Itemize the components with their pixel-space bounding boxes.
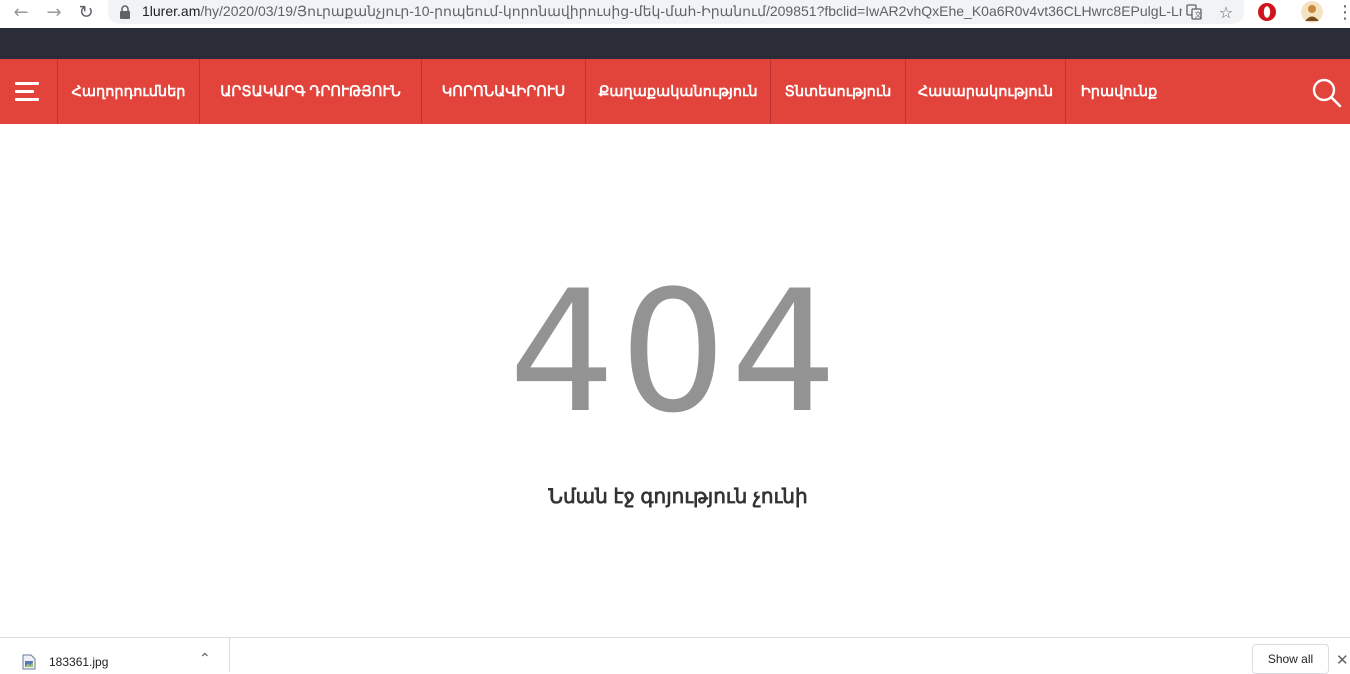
- reload-icon[interactable]: ↻: [75, 0, 97, 24]
- download-item[interactable]: 183361.jpg ⌃: [0, 638, 230, 672]
- show-all-button[interactable]: Show all: [1252, 644, 1329, 674]
- lock-icon: [120, 5, 130, 19]
- site-navigation: Հաղորդումներ ԱՐՏԱԿԱՐԳ ԴՐՈՒԹՅՈՒՆ ԿՈՐՈՆԱՎԻ…: [0, 59, 1350, 124]
- download-file-name: 183361.jpg: [49, 655, 109, 669]
- top-strip: [0, 28, 1350, 59]
- nav-item-law[interactable]: Իրավունք: [1066, 59, 1172, 124]
- url-path: /hy/2020/03/19/Յուրաքանչյուր-10-րոպեում-…: [200, 3, 1182, 19]
- svg-text:文: 文: [1195, 10, 1202, 19]
- opera-icon[interactable]: [1256, 1, 1278, 23]
- error-message: Նման էջ գոյություն չունի: [548, 486, 808, 508]
- chevron-up-icon[interactable]: ⌃: [199, 651, 211, 667]
- nav-item-programs[interactable]: Հաղորդումներ: [58, 59, 200, 124]
- hamburger-menu-icon[interactable]: [0, 59, 58, 124]
- nav-item-economy[interactable]: Տնտեսություն: [771, 59, 906, 124]
- image-file-icon: [22, 654, 36, 670]
- search-icon[interactable]: [1310, 76, 1344, 110]
- nav-item-society[interactable]: Հասարակություն: [906, 59, 1066, 124]
- forward-icon[interactable]: →: [43, 0, 65, 24]
- error-code: 404: [508, 254, 842, 450]
- nav-item-politics[interactable]: Քաղաքականություն: [586, 59, 771, 124]
- back-icon[interactable]: ←: [10, 0, 32, 24]
- nav-item-coronavirus[interactable]: ԿՈՐՈՆԱՎԻՐՈՒՍ: [422, 59, 586, 124]
- browser-toolbar: ← → ↻ 1lurer.am/hy/2020/03/19/Յուրաքանչյ…: [0, 0, 1350, 28]
- address-bar[interactable]: 1lurer.am/hy/2020/03/19/Յուրաքանչյուր-10…: [108, 0, 1244, 24]
- download-shelf: 183361.jpg ⌃ Show all ✕: [0, 637, 1350, 674]
- close-icon[interactable]: ✕: [1336, 651, 1349, 669]
- kebab-menu-icon[interactable]: ⋮: [1334, 0, 1350, 24]
- avatar[interactable]: [1301, 1, 1323, 23]
- url-text: 1lurer.am/hy/2020/03/19/Յուրաքանչյուր-10…: [142, 3, 1182, 20]
- translate-icon[interactable]: 文: [1184, 2, 1204, 22]
- url-host: 1lurer.am: [142, 3, 201, 19]
- nav-item-state-of-emergency[interactable]: ԱՐՏԱԿԱՐԳ ԴՐՈՒԹՅՈՒՆ: [200, 59, 422, 124]
- star-icon[interactable]: ☆: [1216, 2, 1236, 22]
